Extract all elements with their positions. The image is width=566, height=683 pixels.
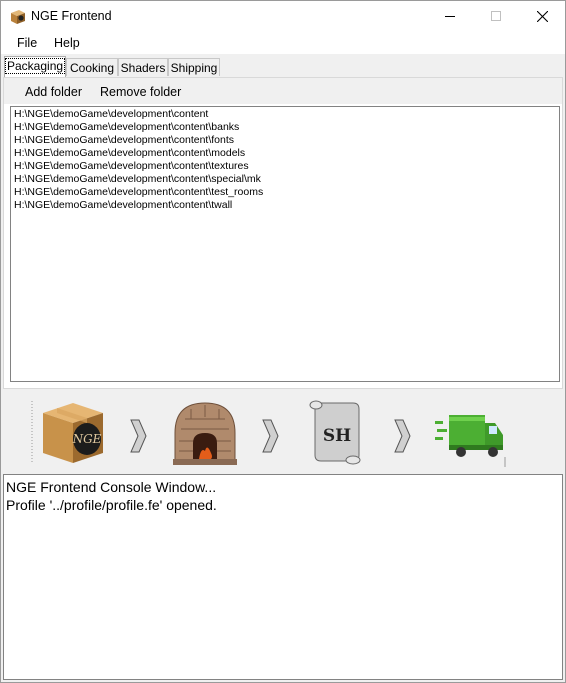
menu-bar: File Help	[1, 32, 565, 54]
tab-packaging[interactable]: Packaging	[4, 56, 66, 77]
list-item[interactable]: H:\NGE\demoGame\development\content\font…	[14, 134, 556, 147]
folder-list[interactable]: H:\NGE\demoGame\development\content H:\N…	[10, 106, 560, 382]
list-item[interactable]: H:\NGE\demoGame\development\content\twal…	[14, 199, 556, 212]
minimize-icon	[445, 16, 455, 17]
list-item[interactable]: H:\NGE\demoGame\development\content\spec…	[14, 173, 556, 186]
list-item[interactable]: H:\NGE\demoGame\development\content	[14, 108, 556, 121]
list-item[interactable]: H:\NGE\demoGame\development\content\bank…	[14, 121, 556, 134]
maximize-icon	[491, 11, 501, 21]
packaging-toolbar: Add folder Remove folder	[4, 78, 562, 104]
tab-strip: Packaging Cooking Shaders Shipping	[1, 56, 565, 78]
tab-shaders[interactable]: Shaders	[118, 58, 168, 76]
window-title: NGE Frontend	[31, 9, 112, 23]
chevron-right-icon	[130, 419, 147, 453]
list-item[interactable]: H:\NGE\demoGame\development\content\mode…	[14, 147, 556, 160]
close-icon	[537, 11, 548, 22]
packaging-panel: Add folder Remove folder H:\NGE\demoGame…	[3, 77, 563, 389]
pipeline-strip: NGE SH	[1, 391, 565, 473]
console-line: Profile '../profile/profile.fe' opened.	[6, 497, 217, 513]
tab-cooking[interactable]: Cooking	[66, 58, 118, 76]
box-logo-text: NGE	[72, 432, 102, 446]
scroll-label-text: SH	[323, 426, 351, 446]
menu-help[interactable]: Help	[54, 36, 80, 50]
menu-file[interactable]: File	[17, 36, 37, 50]
add-folder-button[interactable]: Add folder	[25, 85, 82, 99]
separator	[31, 401, 33, 463]
console-line: NGE Frontend Console Window...	[6, 479, 217, 495]
delivery-truck-icon[interactable]	[435, 411, 507, 463]
minimize-button[interactable]	[427, 1, 473, 32]
tab-shipping[interactable]: Shipping	[168, 58, 220, 76]
list-item[interactable]: H:\NGE\demoGame\development\content\test…	[14, 186, 556, 199]
main-window: NGE Frontend File Help Packaging Cooking…	[0, 0, 566, 683]
package-app-icon	[11, 10, 25, 24]
title-bar[interactable]: NGE Frontend	[1, 1, 565, 32]
list-item[interactable]: H:\NGE\demoGame\development\content\text…	[14, 160, 556, 173]
chevron-right-icon	[262, 419, 279, 453]
chevron-right-icon	[394, 419, 411, 453]
console-window[interactable]: NGE Frontend Console Window... Profile '…	[3, 474, 563, 680]
remove-folder-button[interactable]: Remove folder	[100, 85, 181, 99]
close-button[interactable]	[519, 1, 565, 32]
maximize-button[interactable]	[473, 1, 519, 32]
shader-scroll-icon[interactable]: SH	[307, 397, 363, 467]
package-box-icon[interactable]: NGE	[39, 399, 105, 467]
tab-packaging-label: Packaging	[5, 58, 66, 74]
oven-icon[interactable]	[171, 399, 239, 467]
separator	[504, 457, 506, 467]
